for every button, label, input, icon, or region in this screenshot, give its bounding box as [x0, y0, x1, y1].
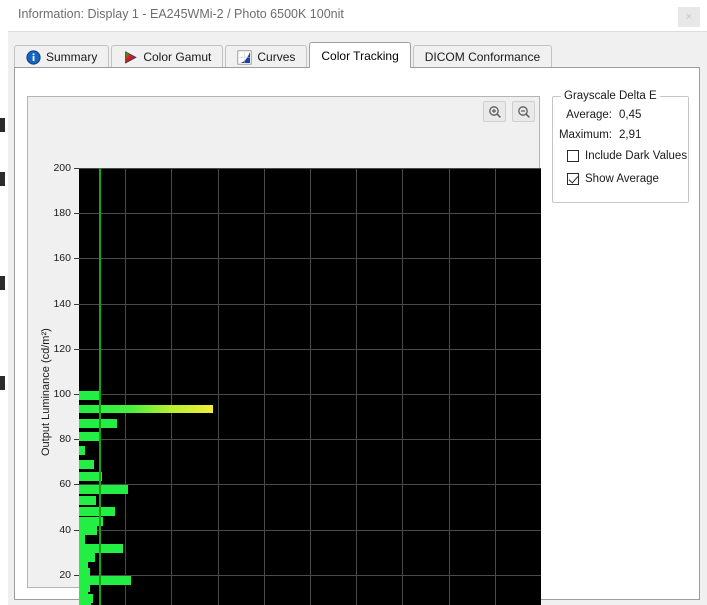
- gridline-horizontal: [79, 574, 541, 576]
- grayscale-delta-e-group: Grayscale Delta E Average: 0,45 Maximum:…: [552, 90, 689, 203]
- information-window: Information: Display 1 - EA245WMi-2 / Ph…: [0, 0, 707, 605]
- zoom-out-button[interactable]: [512, 101, 535, 122]
- y-tick-label: 160: [53, 252, 71, 265]
- gridline-vertical: [217, 168, 219, 605]
- tab-strip: Summary Color Gamut Curves Color Trackin…: [14, 42, 554, 68]
- y-tick-label: 120: [53, 342, 71, 355]
- tab-summary-label: Summary: [46, 50, 98, 64]
- tab-color-gamut-label: Color Gamut: [143, 50, 212, 64]
- chart-bar: [79, 432, 99, 442]
- chart-bar: [79, 459, 95, 469]
- gridline-horizontal: [79, 168, 541, 169]
- chart-bar: [79, 446, 85, 455]
- gridline-vertical: [402, 168, 404, 605]
- zoom-out-icon: [517, 105, 530, 118]
- gridline-horizontal: [79, 529, 541, 531]
- chart-bar: [79, 391, 100, 401]
- y-tick-label: 20: [59, 568, 71, 581]
- chart-bar: [79, 600, 91, 605]
- tab-summary[interactable]: Summary: [14, 45, 110, 68]
- chart-bar: [79, 507, 116, 517]
- show-average-checkbox-row[interactable]: Show Average: [567, 173, 659, 185]
- maximum-value: 2,91: [619, 129, 642, 141]
- average-value: 0,45: [619, 109, 642, 121]
- chart-bar: [79, 495, 96, 505]
- y-tick-label: 100: [53, 388, 71, 400]
- title-bar: Information: Display 1 - EA245WMi-2 / Ph…: [8, 0, 707, 31]
- gridline-horizontal: [79, 394, 541, 395]
- grayscale-delta-e-title: Grayscale Delta E: [561, 90, 660, 102]
- chart-bar: [79, 544, 123, 554]
- gridline-vertical: [263, 168, 265, 605]
- maximum-label: Maximum:: [558, 129, 612, 141]
- window-title: Information: Display 1 - EA245WMi-2 / Ph…: [18, 7, 344, 21]
- curve-chart-icon: [237, 49, 252, 65]
- background-marker: [0, 172, 5, 186]
- close-button[interactable]: ×: [678, 7, 700, 27]
- background-window-sliver: [0, 0, 8, 605]
- chart-bar: [79, 526, 98, 536]
- y-tick-label: 40: [59, 523, 71, 536]
- y-tick-label: 80: [59, 433, 71, 446]
- tab-content-panel: Output Luminance (cd/m²) 020406080100120…: [14, 67, 700, 605]
- y-tick-label: 200: [53, 162, 71, 174]
- background-marker: [0, 376, 5, 390]
- y-tick-label: 180: [53, 207, 71, 220]
- background-marker: [0, 276, 5, 290]
- gridline-horizontal: [79, 213, 541, 215]
- gridline-vertical: [448, 168, 450, 605]
- tab-curves-label: Curves: [257, 50, 296, 64]
- show-average-label: Show Average: [585, 173, 659, 185]
- gridline-horizontal: [79, 303, 541, 305]
- gridline-vertical: [356, 168, 358, 605]
- gridline-horizontal: [79, 439, 541, 441]
- include-dark-values-checkbox-row[interactable]: Include Dark Values: [567, 150, 687, 162]
- info-circle-icon: [26, 49, 41, 65]
- show-average-checkbox[interactable]: [567, 173, 579, 185]
- include-dark-values-label: Include Dark Values: [585, 150, 688, 162]
- tab-color-tracking[interactable]: Color Tracking: [309, 42, 411, 68]
- tab-color-gamut[interactable]: Color Gamut: [111, 45, 224, 68]
- average-label: Average:: [566, 109, 612, 121]
- gridline-horizontal: [79, 258, 541, 260]
- y-tick-label: 60: [59, 478, 71, 491]
- tab-curves[interactable]: Curves: [225, 45, 308, 68]
- zoom-in-icon: [488, 105, 501, 118]
- gridline-vertical: [310, 168, 311, 605]
- tab-dicom-conformance-label: DICOM Conformance: [424, 50, 541, 64]
- gridline-vertical: [494, 168, 496, 605]
- chart-zoom-controls: [483, 101, 535, 122]
- y-axis: 020406080100120140160180200: [46, 162, 79, 605]
- chart-bar: [79, 485, 128, 495]
- gridline-horizontal: [79, 348, 541, 350]
- color-tracking-chart: Output Luminance (cd/m²) 020406080100120…: [27, 96, 541, 605]
- include-dark-values-checkbox[interactable]: [567, 150, 579, 162]
- chart-bar: [79, 535, 86, 545]
- average-line: [98, 168, 101, 605]
- tab-dicom-conformance[interactable]: DICOM Conformance: [412, 45, 553, 68]
- y-tick-label: 140: [53, 297, 71, 310]
- tab-color-tracking-label: Color Tracking: [321, 48, 399, 63]
- zoom-in-button[interactable]: [483, 101, 506, 122]
- plot-area: [79, 168, 541, 605]
- gridline-vertical: [171, 168, 173, 605]
- color-triangle-icon: [123, 50, 138, 65]
- gridline-vertical: [125, 168, 127, 605]
- gridline-horizontal: [79, 484, 541, 486]
- window-body: Summary Color Gamut Curves Color Trackin…: [8, 31, 707, 605]
- background-marker: [0, 118, 5, 132]
